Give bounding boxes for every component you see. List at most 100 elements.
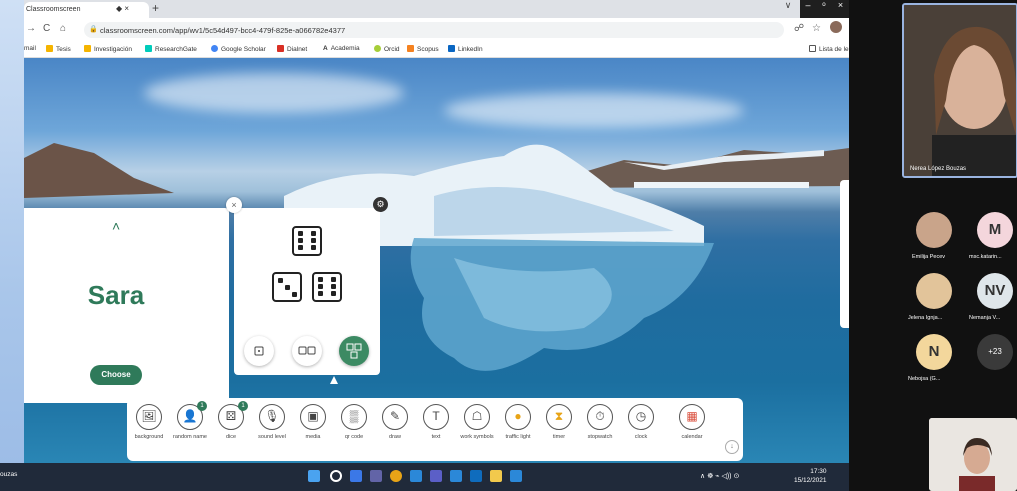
chat-icon[interactable] xyxy=(370,470,382,482)
tool-calendar[interactable]: ▦ calendar xyxy=(672,404,712,440)
bookmark-item[interactable]: A Academia xyxy=(323,45,360,52)
tool-background[interactable]: 🖼 background xyxy=(129,404,169,440)
system-tray[interactable]: ∧ ☸ ⌁ ◁)) ⊙ xyxy=(700,472,739,480)
pencil-icon: ✎ xyxy=(382,404,408,430)
three-dice-icon xyxy=(346,343,362,359)
tab-title: Classroomscreen xyxy=(26,6,81,13)
participant-avatar[interactable]: NV xyxy=(977,273,1013,309)
tool-dice[interactable]: ⚄ 1 dice xyxy=(211,401,251,440)
participant-name: Nemanja V... xyxy=(969,315,1001,321)
reading-list-icon xyxy=(809,45,816,52)
presenter-video-tile[interactable]: Nerea López Bouzas xyxy=(902,3,1017,178)
folder-icon[interactable] xyxy=(490,470,502,482)
participant-avatar[interactable] xyxy=(916,273,952,309)
edge-icon[interactable] xyxy=(450,470,462,482)
tool-sound-level[interactable]: 🎙 sound level xyxy=(252,404,292,440)
bookmark-item[interactable]: Investigación xyxy=(84,45,132,53)
home-icon[interactable]: ⌂ xyxy=(60,23,66,34)
more-participants-button[interactable]: +23 xyxy=(977,334,1013,370)
tool-qr-code[interactable]: ▒ qr code xyxy=(334,404,374,440)
minimize-button[interactable]: – xyxy=(800,0,816,18)
address-row: → C ⌂ 🔒 classroomscreen.com/app/wv1/5c54… xyxy=(24,18,849,42)
store-icon[interactable] xyxy=(510,470,522,482)
two-dice-button[interactable] xyxy=(292,336,322,366)
tool-stopwatch[interactable]: ⏱ stopwatch xyxy=(580,404,620,440)
researchgate-icon xyxy=(145,45,152,52)
die-right xyxy=(312,272,342,302)
tool-timer[interactable]: ⧗ timer xyxy=(539,404,579,440)
tool-traffic-light[interactable]: ● traffic light xyxy=(498,404,538,440)
bookmark-item[interactable]: LinkedIn xyxy=(448,45,483,53)
url-text: classroomscreen.com/app/wv1/5c54d497-bcc… xyxy=(100,26,346,35)
tab-controls[interactable]: ◆ × xyxy=(116,4,129,13)
bookmark-item[interactable]: Dialnet xyxy=(277,45,307,53)
bookmark-item[interactable]: Tesis xyxy=(46,45,71,53)
tool-clock[interactable]: ◷ clock xyxy=(621,404,661,440)
new-tab-button[interactable]: + xyxy=(152,1,159,15)
media-icon: ▣ xyxy=(300,404,326,430)
drive-icon xyxy=(46,45,53,52)
self-video xyxy=(929,418,1017,491)
background-icon: 🖼 xyxy=(136,404,162,430)
browser-window: Classroomscreen ◆ × + ∨ – ᵒ × → C ⌂ 🔒 cl… xyxy=(24,0,849,491)
profile-avatar[interactable] xyxy=(830,21,842,33)
bookmark-item[interactable]: Orcid xyxy=(374,45,400,53)
tool-work-symbols[interactable]: ☖ work symbols xyxy=(457,404,497,440)
tool-random-name[interactable]: 👤 1 random name xyxy=(170,401,210,440)
participant-name: Nebojsa (G... xyxy=(908,376,941,382)
back-icon[interactable]: → xyxy=(26,23,36,34)
chrome-icon[interactable] xyxy=(390,470,402,482)
task-view-icon[interactable] xyxy=(350,470,362,482)
reload-icon[interactable]: C xyxy=(43,23,50,34)
bookmark-item[interactable]: ResearchGate xyxy=(145,45,197,53)
classroom-background[interactable]: ˄ Sara Choose × ⚙ 🖼 background 👤 1 rando… xyxy=(24,58,849,463)
cloud xyxy=(144,73,404,113)
mail-icon[interactable] xyxy=(470,470,482,482)
academia-icon: A xyxy=(323,45,328,52)
taskbar-clock[interactable]: 17:30 15/12/2021 xyxy=(794,467,827,485)
participant-avatar[interactable] xyxy=(916,212,952,248)
address-bar[interactable]: 🔒 classroomscreen.com/app/wv1/5c54d497-b… xyxy=(84,22,784,38)
bookmark-item[interactable]: Scopus xyxy=(407,45,439,53)
bookmark-star-icon[interactable]: ☆ xyxy=(812,23,821,34)
bookmark-item[interactable]: Google Scholar xyxy=(211,45,266,53)
desktop-left-edge xyxy=(0,0,24,491)
app-icon[interactable] xyxy=(410,470,422,482)
two-dice-icon xyxy=(298,346,316,355)
gear-icon[interactable]: ⚙ xyxy=(373,197,388,212)
self-video-tile[interactable] xyxy=(929,418,1017,491)
mouse-cursor xyxy=(330,376,338,384)
participant-avatar[interactable]: M xyxy=(977,212,1013,248)
tab-search-icon[interactable]: ∨ xyxy=(777,0,799,18)
share-icon[interactable]: ☍ xyxy=(794,23,804,34)
dialnet-icon xyxy=(277,45,284,52)
hourglass-icon: ⧗ xyxy=(546,404,572,430)
participant-avatar[interactable]: N xyxy=(916,334,952,370)
die-left xyxy=(272,272,302,302)
widget-toolbar: 🖼 background 👤 1 random name ⚄ 1 dice 🎙 sound … xyxy=(127,398,743,461)
linkedin-icon xyxy=(448,45,455,52)
arrow-down-icon[interactable]: ↓ xyxy=(725,440,739,454)
bookmark-item[interactable]: mail xyxy=(24,45,36,52)
drive-icon xyxy=(84,45,91,52)
teams-icon[interactable] xyxy=(430,470,442,482)
tool-draw[interactable]: ✎ draw xyxy=(375,404,415,440)
stopwatch-icon: ⏱ xyxy=(587,404,613,430)
restore-button[interactable]: ᵒ xyxy=(816,0,832,18)
tab-classroomscreen[interactable]: Classroomscreen xyxy=(24,2,149,18)
close-window-button[interactable]: × xyxy=(832,0,849,18)
search-icon[interactable] xyxy=(330,470,342,482)
start-icon[interactable] xyxy=(308,470,320,482)
choose-button[interactable]: Choose xyxy=(90,365,142,385)
microphone-icon: 🎙 xyxy=(259,404,285,430)
taskbar-label: ouzas xyxy=(0,471,18,478)
reading-list[interactable]: Lista de le xyxy=(809,45,849,53)
tool-media[interactable]: ▣ media xyxy=(293,404,333,440)
three-dice-button[interactable] xyxy=(339,336,369,366)
tool-text[interactable]: Ttext xyxy=(416,404,456,440)
one-die-button[interactable] xyxy=(244,336,274,366)
calendar-icon: ▦ xyxy=(679,404,705,430)
chevron-up-icon[interactable]: ˄ xyxy=(112,218,120,234)
count-badge: 1 xyxy=(238,401,248,411)
close-widget-icon[interactable]: × xyxy=(226,197,242,213)
